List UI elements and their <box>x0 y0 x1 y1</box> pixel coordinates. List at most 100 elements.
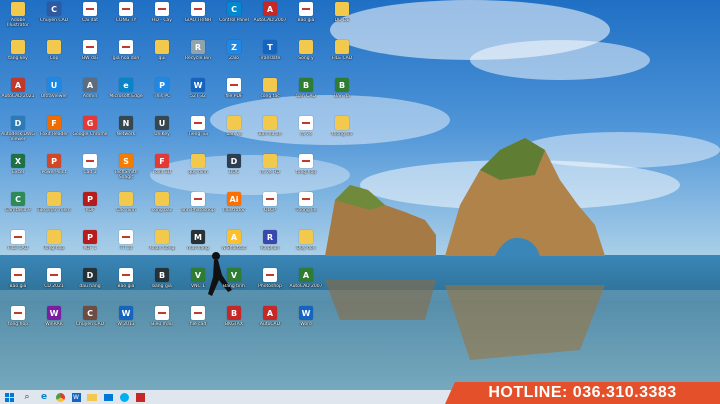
desktop-icon[interactable]: W W 2013 <box>108 306 144 344</box>
word-icon[interactable]: W <box>68 390 84 404</box>
desktop-icon[interactable]: QLCP <box>252 192 288 230</box>
edge-icon[interactable]: e <box>36 390 52 404</box>
desktop-icon[interactable]: cong tac <box>252 78 288 116</box>
desktop-icon[interactable]: X Excel <box>0 154 36 192</box>
desktop-icon[interactable]: D Autodesk DWG Viewer <box>0 116 36 154</box>
desktop-icon[interactable]: T Translate <box>252 40 288 78</box>
desktop-icon[interactable]: tang key <box>0 40 36 78</box>
desktop-icon[interactable]: S TechSmith Snagit <box>108 154 144 192</box>
desktop-icon[interactable]: Bbang gia <box>144 268 180 306</box>
desktop-icon[interactable]: file PDF <box>216 78 252 116</box>
desktop-icon[interactable]: TT 10 <box>108 230 144 268</box>
desktop-icon[interactable]: C Control Panel <box>216 2 252 40</box>
desktop-icon[interactable]: Z Zalo <box>216 40 252 78</box>
desktop-icon[interactable]: ban ve <box>216 116 252 154</box>
desktop-icon[interactable]: Nhan Cong <box>144 230 180 268</box>
desktop-icon[interactable]: A Admin <box>72 78 108 116</box>
desktop-icon[interactable]: A AutoCAD 2007 <box>252 2 288 40</box>
desktop-icon[interactable]: Cop <box>36 40 72 78</box>
desktop-icon[interactable]: V Bang tinh <box>216 268 252 306</box>
desktop-icon[interactable]: Mmat hang <box>180 230 216 268</box>
desktop-icon-label: Translate <box>259 56 281 61</box>
desktop-icon[interactable]: R Ra phan <box>252 230 288 268</box>
desktop-icon[interactable]: Ai Illustrator <box>216 192 252 230</box>
desktop-icon[interactable]: ra ve HD <box>252 154 288 192</box>
desktop-icon[interactable]: DO DE <box>324 2 360 40</box>
desktop-icon[interactable]: Bieu mau <box>144 306 180 344</box>
desktop-icon[interactable]: U UltraViewer <box>36 78 72 116</box>
desktop-icon[interactable]: F Foxit 3D <box>144 154 180 192</box>
desktop-icon-label: Excel <box>12 170 24 175</box>
desktop-icon[interactable]: F Foxit Reader <box>36 116 72 154</box>
desktop-icon[interactable]: P PDF 1 <box>72 230 108 268</box>
desktop-icon[interactable]: anh Photoshop <box>180 192 216 230</box>
desktop-icon[interactable]: Bban CAD <box>288 78 324 116</box>
desktop-icon[interactable]: P PowerPoint <box>36 154 72 192</box>
desktop-icon[interactable]: U UniKey <box>144 116 180 154</box>
chrome-icon[interactable] <box>52 390 68 404</box>
desktop-icon[interactable]: cong bac <box>144 192 180 230</box>
desktop-icon[interactable]: gia hoa don <box>108 40 144 78</box>
windows-start-icon[interactable] <box>0 390 18 404</box>
desktop-icon[interactable]: B Ban da <box>324 78 360 116</box>
desktop-icon[interactable]: N Network <box>108 116 144 154</box>
desktop-icon[interactable]: GIAO TRINH <box>180 2 216 40</box>
desktop-icon[interactable]: Cac dinh <box>108 192 144 230</box>
desktop-icon[interactable]: Cai dat <box>72 2 108 40</box>
desktop-icon[interactable]: Song y <box>288 40 324 78</box>
desktop-icon[interactable]: BW dai <box>72 40 108 78</box>
desktop-icon[interactable]: Ban du an <box>252 116 288 154</box>
file-explorer-icon[interactable] <box>84 390 100 404</box>
desktop-icon[interactable]: file cad <box>180 306 216 344</box>
desktop-icon[interactable]: V VNC 1 <box>180 268 216 306</box>
desktop-icon[interactable]: Ddau hang <box>72 268 108 306</box>
folder-icon <box>263 154 277 168</box>
desktop-icon[interactable]: A AutoCAD 2021 <box>0 78 36 116</box>
desktop-icon[interactable]: P PDF <box>72 192 108 230</box>
desktop-icon[interactable]: C Chuyen CAD <box>72 306 108 344</box>
desktop-icon[interactable]: CONG TY <box>108 2 144 40</box>
desktop-icon[interactable]: G Google Chrome <box>72 116 108 154</box>
desktop-icon[interactable]: tong hop <box>288 154 324 192</box>
desktop-icon[interactable]: D DOC <box>216 154 252 192</box>
desktop-icon[interactable]: quy dinh <box>180 154 216 192</box>
desktop-icon[interactable]: HD - Cay <box>144 2 180 40</box>
desktop-icon[interactable]: A AutoCAD <box>252 306 288 344</box>
desktop-icon[interactable]: C Chuyen CAD <box>36 2 72 40</box>
zalo-icon[interactable] <box>132 390 148 404</box>
desktop-icon[interactable]: Bao gia <box>288 2 324 40</box>
desktop-icon[interactable]: Adobe Illustrator <box>0 2 36 40</box>
desktop-icon-label: mat hang <box>187 246 209 251</box>
desktop-icon[interactable]: qui <box>144 40 180 78</box>
desktop-icon[interactable]: thong tin <box>324 116 360 154</box>
desktop-icon[interactable]: C Camtasia 9 <box>0 192 36 230</box>
desktop-icon[interactable]: Photoshop <box>252 268 288 306</box>
desktop-icon[interactable]: Cad 1 <box>72 154 108 192</box>
desktop-icon-label: ban CAD <box>296 94 316 99</box>
desktop-icon[interactable]: Thong ke <box>288 192 324 230</box>
desktop-icon[interactable]: W Word <box>288 306 324 344</box>
desktop-icon[interactable]: Bao gia <box>108 268 144 306</box>
desktop-icon[interactable]: ra ve <box>288 116 324 154</box>
desktop-icon[interactable]: tong hop <box>0 306 36 344</box>
desktop-icon[interactable]: W 52T 32 <box>180 78 216 116</box>
desktop-icon[interactable]: A AutoCAD 2007 <box>288 268 324 306</box>
desktop-icon[interactable]: e Microsoft Edge <box>108 78 144 116</box>
desktop-icon[interactable]: CD 2021 <box>36 268 72 306</box>
desktop-icon[interactable]: FILE CAD <box>324 40 360 78</box>
skype-icon[interactable] <box>116 390 132 404</box>
desktop-icon[interactable]: FILE CAD <box>0 230 36 268</box>
desktop-icon[interactable]: Bao gia <box>0 268 36 306</box>
desktop-icon[interactable]: Tieng Tui <box>180 116 216 154</box>
desktop-icon[interactable]: Tong hop <box>36 230 72 268</box>
desktop-icon-label: Photoshop <box>258 284 282 289</box>
mail-icon[interactable] <box>100 390 116 404</box>
desktop-icon[interactable]: A N Shortcut <box>216 230 252 268</box>
desktop-icon[interactable]: R Recycle Bin <box>180 40 216 78</box>
desktop-icon[interactable]: P This PC <box>144 78 180 116</box>
desktop-icon[interactable]: File phan mem <box>36 192 72 230</box>
desktop-icon[interactable]: B BKGTAX <box>216 306 252 344</box>
search-icon[interactable]: ⌕ <box>18 390 36 404</box>
desktop-icon[interactable]: Quy don <box>288 230 324 268</box>
desktop-icon[interactable]: W WinRAR <box>36 306 72 344</box>
